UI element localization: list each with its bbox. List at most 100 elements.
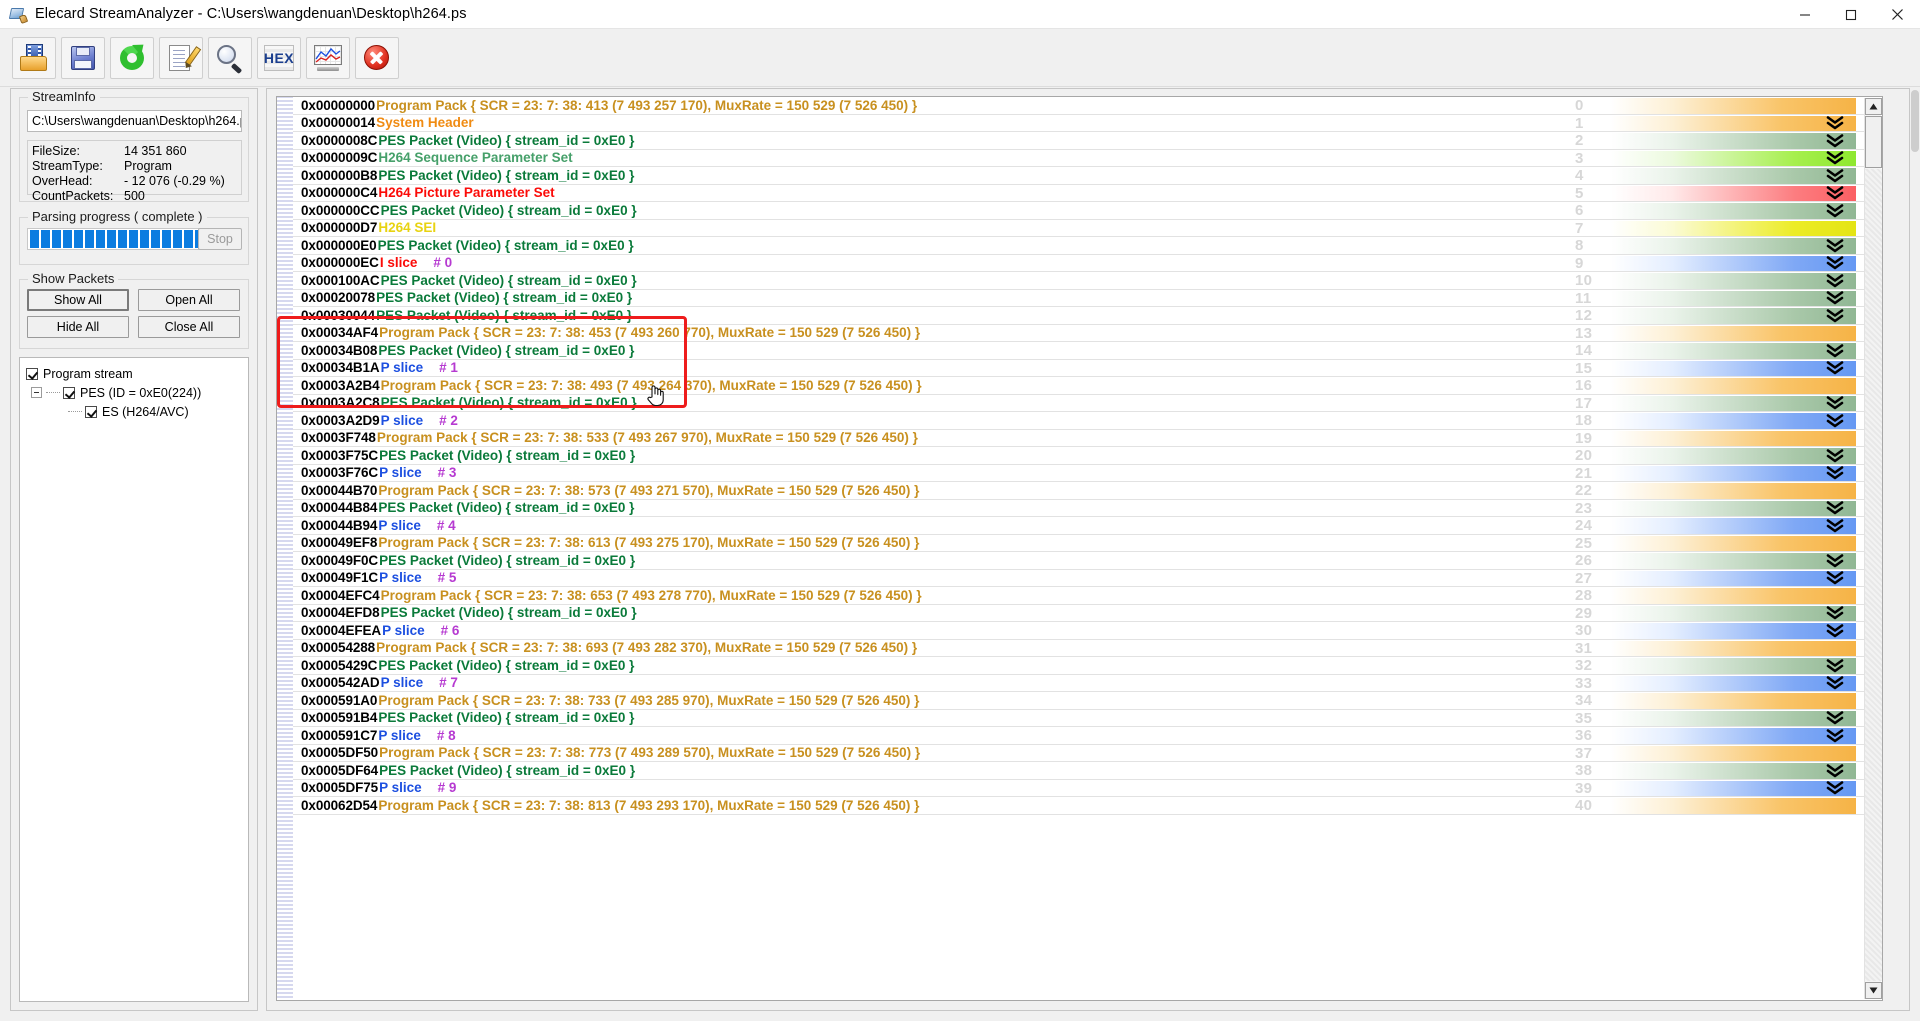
packet-row[interactable]: 0x00000000 Program Pack { SCR = 23: 7: 38… — [293, 97, 1882, 115]
packet-row[interactable]: 0x00044B94 P slice # 4 24 — [293, 517, 1882, 535]
chart-button[interactable] — [306, 36, 350, 79]
packet-row[interactable]: 0x0004EFEA P slice # 6 30 — [293, 622, 1882, 640]
double-chevron-down-icon[interactable] — [1826, 781, 1844, 795]
close-all-button[interactable]: Close All — [138, 316, 240, 338]
packet-row[interactable]: 0x0003F75C PES Packet (Video) { stream_id… — [293, 447, 1882, 465]
packet-row[interactable]: 0x000100AC PES Packet (Video) { stream_id… — [293, 272, 1882, 290]
double-chevron-down-icon[interactable] — [1826, 448, 1844, 463]
double-chevron-down-icon[interactable] — [1826, 151, 1844, 165]
packet-row[interactable]: 0x00054288 Program Pack { SCR = 23: 7: 38… — [293, 640, 1882, 657]
scroll-up-arrow[interactable] — [1865, 98, 1882, 115]
open-all-button[interactable]: Open All — [138, 289, 240, 311]
hex-view-button[interactable]: HEX — [257, 36, 301, 79]
packet-row[interactable]: 0x000591C7 P slice # 8 36 — [293, 727, 1882, 745]
tree-item-program-stream[interactable]: Program stream — [26, 364, 248, 383]
double-chevron-down-icon[interactable] — [1826, 308, 1844, 323]
packet-row[interactable]: 0x0005DF50 Program Pack { SCR = 23: 7: 38… — [293, 745, 1882, 762]
double-chevron-down-icon[interactable] — [1826, 291, 1844, 305]
file-path-field[interactable]: C:\Users\wangdenuan\Desktop\h264.ps — [27, 110, 242, 132]
packet-row[interactable]: 0x00062D54 Program Pack { SCR = 23: 7: 38… — [293, 797, 1882, 815]
double-chevron-down-icon[interactable] — [1826, 133, 1844, 148]
search-button[interactable] — [208, 36, 252, 79]
packet-row[interactable]: 0x0005429C PES Packet (Video) { stream_id… — [293, 657, 1882, 675]
scrollbar-thumb[interactable] — [1865, 116, 1882, 168]
packet-row[interactable]: 0x000000CC PES Packet (Video) { stream_id… — [293, 202, 1882, 220]
checkbox-icon[interactable] — [85, 405, 97, 418]
packet-row[interactable]: 0x000000D7 H264 SEI 7 — [293, 220, 1882, 237]
packet-row[interactable]: 0x0005DF75 P slice # 9 39 — [293, 780, 1882, 797]
packet-row[interactable]: 0x00049F0C PES Packet (Video) { stream_id… — [293, 552, 1882, 570]
open-file-button[interactable] — [12, 36, 56, 79]
double-chevron-down-icon[interactable] — [1826, 361, 1844, 375]
packet-row[interactable]: 0x0003A2C8 PES Packet (Video) { stream_id… — [293, 395, 1882, 412]
packet-row[interactable]: 0x0004EFD8 PES Packet (Video) { stream_id… — [293, 605, 1882, 622]
packet-row[interactable]: 0x00049EF8 Program Pack { SCR = 23: 7: 38… — [293, 535, 1882, 552]
tree-item-pes[interactable]: PES (ID = 0xE0(224)) — [26, 383, 248, 402]
double-chevron-down-icon[interactable] — [1826, 256, 1844, 270]
packet-row[interactable]: 0x00034AF4 Program Pack { SCR = 23: 7: 38… — [293, 325, 1882, 342]
double-chevron-down-icon[interactable] — [1826, 571, 1844, 585]
packet-row[interactable]: 0x0005DF64 PES Packet (Video) { stream_id… — [293, 762, 1882, 780]
double-chevron-down-icon[interactable] — [1826, 273, 1844, 288]
double-chevron-down-icon[interactable] — [1826, 728, 1844, 743]
packet-row[interactable]: 0x0003F748 Program Pack { SCR = 23: 7: 38… — [293, 430, 1882, 447]
show-all-button[interactable]: Show All — [27, 289, 129, 311]
double-chevron-down-icon[interactable] — [1826, 658, 1844, 673]
packet-row[interactable]: 0x000000C4 H264 Picture Parameter Set 5 — [293, 185, 1882, 202]
report-button[interactable] — [159, 36, 203, 79]
double-chevron-down-icon[interactable] — [1826, 343, 1844, 358]
close-icon[interactable] — [1874, 0, 1920, 29]
packet-row[interactable]: 0x000542AD P slice # 7 33 — [293, 675, 1882, 692]
double-chevron-down-icon[interactable] — [1826, 168, 1844, 183]
minimize-icon[interactable] — [1782, 0, 1828, 29]
double-chevron-down-icon[interactable] — [1826, 711, 1844, 725]
checkbox-icon[interactable] — [26, 367, 38, 380]
double-chevron-down-icon[interactable] — [1826, 396, 1844, 410]
packet-list[interactable]: 0x00000000 Program Pack { SCR = 23: 7: 38… — [276, 96, 1883, 1001]
tree-item-es[interactable]: ES (H264/AVC) — [26, 402, 248, 421]
packet-row[interactable]: 0x0000009C H264 Sequence Parameter Set 3 — [293, 150, 1882, 167]
double-chevron-down-icon[interactable] — [1826, 518, 1844, 533]
double-chevron-down-icon[interactable] — [1826, 501, 1844, 515]
double-chevron-down-icon[interactable] — [1826, 203, 1844, 218]
packet-row[interactable]: 0x00049F1C P slice # 5 27 — [293, 570, 1882, 587]
double-chevron-down-icon[interactable] — [1826, 553, 1844, 568]
packet-row[interactable]: 0x00030044 PES Packet (Video) { stream_id… — [293, 307, 1882, 325]
double-chevron-down-icon[interactable] — [1826, 238, 1844, 253]
packet-row[interactable]: 0x000591B4 PES Packet (Video) { stream_id… — [293, 710, 1882, 727]
collapse-minus-icon[interactable] — [31, 387, 42, 398]
packet-row[interactable]: 0x0003A2D9 P slice # 2 18 — [293, 412, 1882, 430]
scroll-down-arrow[interactable] — [1865, 982, 1882, 999]
maximize-icon[interactable] — [1828, 0, 1874, 29]
packet-row[interactable]: 0x00044B84 PES Packet (Video) { stream_id… — [293, 500, 1882, 517]
packet-row[interactable]: 0x0004EFC4 Program Pack { SCR = 23: 7: 38… — [293, 587, 1882, 605]
double-chevron-down-icon[interactable] — [1826, 606, 1844, 620]
double-chevron-down-icon[interactable] — [1826, 466, 1844, 480]
list-vertical-scrollbar[interactable] — [1864, 98, 1882, 999]
hide-all-button[interactable]: Hide All — [27, 316, 129, 338]
packet-row[interactable]: 0x00000014 System Header 1 — [293, 115, 1882, 132]
stream-tree[interactable]: Program stream PES (ID = 0xE0(224)) ES (… — [19, 357, 249, 1002]
checkbox-icon[interactable] — [63, 386, 75, 399]
save-button[interactable] — [61, 36, 105, 79]
packet-row[interactable]: 0x0003F76C P slice # 3 21 — [293, 465, 1882, 482]
packet-row[interactable]: 0x000000B8 PES Packet (Video) { stream_id… — [293, 167, 1882, 185]
double-chevron-down-icon[interactable] — [1826, 116, 1844, 130]
packet-row[interactable]: 0x000591A0 Program Pack { SCR = 23: 7: 38… — [293, 692, 1882, 710]
double-chevron-down-icon[interactable] — [1826, 413, 1844, 428]
window-scrollbar-thumb[interactable] — [1911, 90, 1919, 152]
packet-row[interactable]: 0x000000E0 PES Packet (Video) { stream_id… — [293, 237, 1882, 255]
packet-row[interactable]: 0x00034B1A P slice # 1 15 — [293, 360, 1882, 377]
packet-row[interactable]: 0x0003A2B4 Program Pack { SCR = 23: 7: 38… — [293, 377, 1882, 395]
window-scrollbar[interactable] — [1910, 88, 1920, 1021]
stop-button[interactable]: Stop — [198, 228, 242, 250]
double-chevron-down-icon[interactable] — [1826, 676, 1844, 690]
double-chevron-down-icon[interactable] — [1826, 763, 1844, 778]
packet-row[interactable]: 0x000000EC I slice # 0 9 — [293, 255, 1882, 272]
packet-row[interactable]: 0x00020078 PES Packet (Video) { stream_id… — [293, 290, 1882, 307]
packet-row[interactable]: 0x00034B08 PES Packet (Video) { stream_id… — [293, 342, 1882, 360]
close-stream-button[interactable] — [355, 36, 399, 79]
double-chevron-down-icon[interactable] — [1826, 623, 1844, 638]
refresh-button[interactable] — [110, 36, 154, 79]
packet-row[interactable]: 0x0000008C PES Packet (Video) { stream_id… — [293, 132, 1882, 150]
